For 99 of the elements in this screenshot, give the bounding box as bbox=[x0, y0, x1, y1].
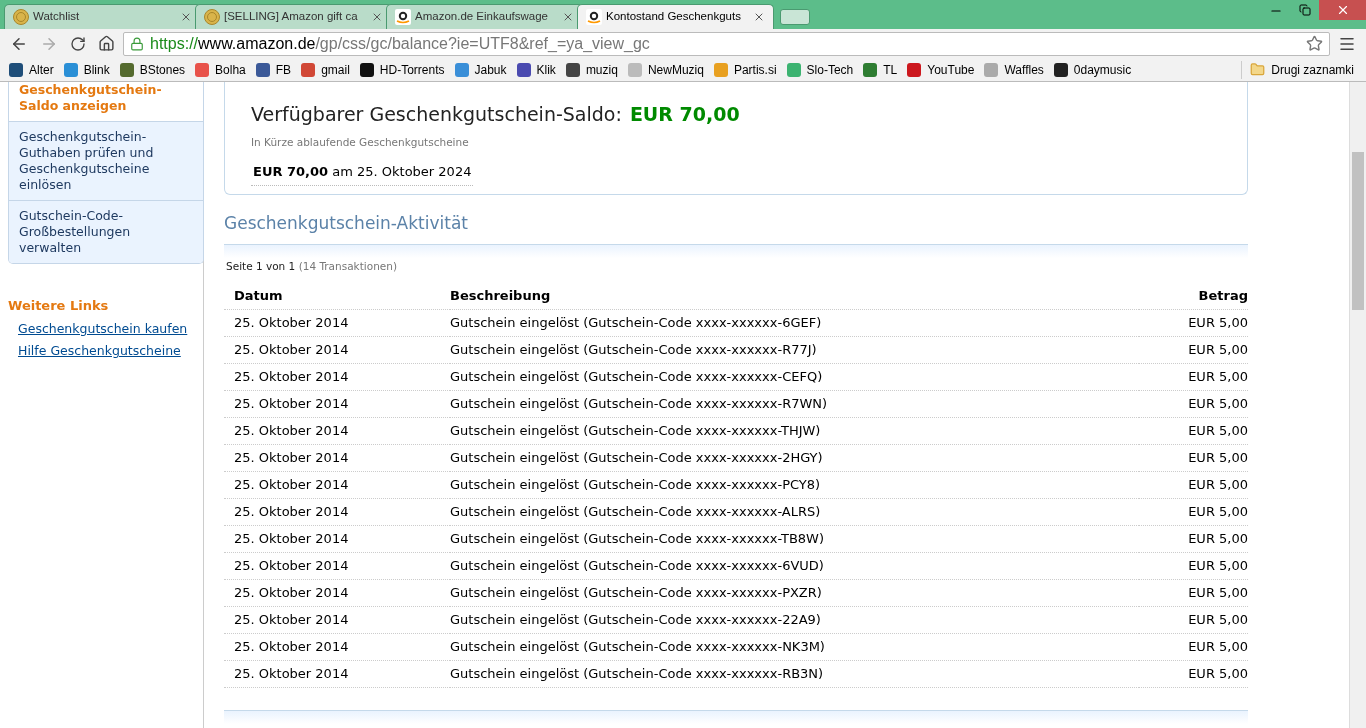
folder-icon bbox=[1250, 62, 1266, 77]
table-cell: Gutschein eingelöst (Gutschein-Code xxxx-xxxxxx-R77J) bbox=[450, 336, 1139, 363]
table-cell: EUR 5,00 bbox=[1138, 363, 1248, 390]
smile-logo-icon bbox=[395, 9, 411, 25]
table-cell: EUR 5,00 bbox=[1138, 309, 1248, 336]
scrollbar-thumb[interactable] bbox=[1352, 152, 1364, 310]
table-cell: EUR 5,00 bbox=[1138, 660, 1248, 687]
column-header: Datum bbox=[224, 283, 450, 309]
table-cell: EUR 5,00 bbox=[1138, 336, 1248, 363]
coin-icon bbox=[204, 9, 220, 25]
bookmark-item[interactable]: FB bbox=[250, 60, 297, 79]
activity-heading: Geschenkgutschein-Aktivität bbox=[224, 211, 469, 235]
bookmark-item[interactable]: 0daymusic bbox=[1048, 60, 1137, 79]
table-cell: 25. Oktober 2014 bbox=[224, 552, 450, 579]
expiring-heading: In Kürze ablaufende Geschenkgutscheine bbox=[251, 134, 470, 150]
close-tab-icon[interactable] bbox=[753, 11, 765, 23]
table-cell: 25. Oktober 2014 bbox=[224, 606, 450, 633]
table-cell: Gutschein eingelöst (Gutschein-Code xxxx-xxxxxx-RB3N) bbox=[450, 660, 1139, 687]
table-cell: EUR 5,00 bbox=[1138, 444, 1248, 471]
table-cell: EUR 5,00 bbox=[1138, 498, 1248, 525]
lock-icon bbox=[130, 36, 144, 51]
table-cell: 25. Oktober 2014 bbox=[224, 444, 450, 471]
coin-icon bbox=[13, 9, 29, 25]
table-cell: EUR 5,00 bbox=[1138, 417, 1248, 444]
transaction-count: (14 Transaktionen) bbox=[298, 260, 398, 273]
bookmark-item[interactable]: Blink bbox=[58, 60, 115, 79]
table-cell: Gutschein eingelöst (Gutschein-Code xxxx-xxxxxx-2HGY) bbox=[450, 444, 1139, 471]
table-cell: Gutschein eingelöst (Gutschein-Code xxxx-xxxxxx-22A9) bbox=[450, 606, 1139, 633]
bookmark-item[interactable]: muziq bbox=[560, 60, 623, 79]
bookmark-item[interactable]: Klik bbox=[511, 60, 561, 79]
table-cell: 25. Oktober 2014 bbox=[224, 525, 450, 552]
table-cell: 25. Oktober 2014 bbox=[224, 579, 450, 606]
url-text: https://www.amazon.de/gp/css/gc/balance?ie=UTF8&ref_=ya_view_gc bbox=[150, 33, 650, 54]
sidebar-link[interactable]: Hilfe Geschenkgutscheine bbox=[18, 342, 203, 361]
bookmark-folder[interactable]: Drugi zaznamki bbox=[1241, 60, 1362, 79]
close-tab-icon[interactable] bbox=[371, 11, 383, 23]
bookmark-item[interactable]: Waffles bbox=[979, 60, 1049, 79]
browser-tab[interactable]: Kontostand Geschenkguts bbox=[577, 4, 774, 29]
table-cell: EUR 5,00 bbox=[1138, 579, 1248, 606]
page-info: Seite 1 von 1 bbox=[226, 260, 296, 273]
table-cell: Gutschein eingelöst (Gutschein-Code xxxx-xxxxxx-CEFQ) bbox=[450, 363, 1139, 390]
tab-title: Watchlist bbox=[33, 9, 81, 25]
table-cell: 25. Oktober 2014 bbox=[224, 498, 450, 525]
bookmark-item[interactable]: BStones bbox=[114, 60, 191, 79]
table-cell: EUR 5,00 bbox=[1138, 552, 1248, 579]
table-cell: 25. Oktober 2014 bbox=[224, 660, 450, 687]
table-cell: EUR 5,00 bbox=[1138, 606, 1248, 633]
smile-logo-icon bbox=[586, 9, 602, 25]
sidebar-item[interactable]: Gutschein-Code-Großbestellungen verwalten bbox=[9, 200, 203, 263]
table-cell: Gutschein eingelöst (Gutschein-Code xxxx-xxxxxx-PXZR) bbox=[450, 579, 1139, 606]
bookmark-item[interactable]: YouTube bbox=[902, 60, 980, 79]
bookmark-item[interactable]: NewMuziq bbox=[622, 60, 709, 79]
bookmark-item[interactable]: Bolha bbox=[190, 60, 251, 79]
table-cell: 25. Oktober 2014 bbox=[224, 417, 450, 444]
table-cell: 25. Oktober 2014 bbox=[224, 309, 450, 336]
table-cell: Gutschein eingelöst (Gutschein-Code xxxx-xxxxxx-TB8W) bbox=[450, 525, 1139, 552]
sidebar-item[interactable]: Geschenkgutschein-Guthaben prüfen und Geschenkgutscheine einlösen bbox=[9, 121, 203, 200]
table-cell: 25. Oktober 2014 bbox=[224, 336, 450, 363]
home-icon[interactable] bbox=[98, 35, 115, 52]
expiring-entry: EUR 70,00 am 25. Oktober 2024 bbox=[251, 162, 474, 186]
reload-icon[interactable] bbox=[70, 35, 86, 52]
tab-title: Kontostand Geschenkguts bbox=[606, 9, 742, 25]
table-cell: Gutschein eingelöst (Gutschein-Code xxxx-xxxxxx-THJW) bbox=[450, 417, 1139, 444]
table-cell: Gutschein eingelöst (Gutschein-Code xxxx-xxxxxx-PCY8) bbox=[450, 471, 1139, 498]
close-tab-icon[interactable] bbox=[562, 11, 574, 23]
column-header: Beschreibung bbox=[450, 283, 1139, 309]
table-cell: Gutschein eingelöst (Gutschein-Code xxxx-xxxxxx-6GEF) bbox=[450, 309, 1139, 336]
table-cell: 25. Oktober 2014 bbox=[224, 633, 450, 660]
table-cell: EUR 5,00 bbox=[1138, 633, 1248, 660]
new-tab-button[interactable] bbox=[780, 9, 810, 25]
table-cell: EUR 5,00 bbox=[1138, 390, 1248, 417]
table-cell: 25. Oktober 2014 bbox=[224, 471, 450, 498]
balance-amount: EUR 70,00 bbox=[629, 102, 740, 127]
address-bar[interactable]: https://www.amazon.de/gp/css/gc/balance?ie=UTF8&ref_=ya_view_gc bbox=[123, 31, 1330, 56]
tab-title: Amazon.de Einkaufswage bbox=[415, 9, 549, 25]
table-cell: 25. Oktober 2014 bbox=[224, 390, 450, 417]
bookmark-item[interactable]: Partis.si bbox=[708, 60, 782, 79]
table-cell: Gutschein eingelöst (Gutschein-Code xxxx-xxxxxx-R7WN) bbox=[450, 390, 1139, 417]
sidebar-link[interactable]: Geschenkgutschein kaufen bbox=[18, 319, 203, 339]
column-header: Betrag bbox=[1138, 283, 1248, 309]
restore-icon[interactable] bbox=[1299, 4, 1311, 16]
bookmark-item[interactable]: gmail bbox=[296, 60, 355, 79]
more-links-heading: Weitere Links bbox=[8, 297, 110, 315]
scrollbar[interactable] bbox=[1349, 82, 1366, 728]
bookmark-item[interactable]: Jabuk bbox=[449, 60, 512, 79]
table-cell: EUR 5,00 bbox=[1138, 525, 1248, 552]
bookmark-item[interactable]: HD-Torrents bbox=[354, 60, 450, 79]
tab-title: [SELLING] Amazon gift ca bbox=[224, 9, 359, 25]
table-cell: Gutschein eingelöst (Gutschein-Code xxxx-xxxxxx-ALRS) bbox=[450, 498, 1139, 525]
bookmark-item[interactable]: TL bbox=[858, 60, 903, 79]
bookmark-star-icon[interactable] bbox=[1306, 35, 1323, 52]
table-cell: 25. Oktober 2014 bbox=[224, 363, 450, 390]
table-cell: Gutschein eingelöst (Gutschein-Code xxxx-xxxxxx-NK3M) bbox=[450, 633, 1139, 660]
table-cell: Gutschein eingelöst (Gutschein-Code xxxx-xxxxxx-6VUD) bbox=[450, 552, 1139, 579]
bookmark-item[interactable]: Slo-Tech bbox=[781, 60, 859, 79]
table-cell: EUR 5,00 bbox=[1138, 471, 1248, 498]
bookmark-item[interactable]: Alter bbox=[4, 60, 59, 79]
balance-label: Verfügbarer Geschenkgutschein-Saldo: bbox=[251, 102, 622, 127]
close-tab-icon[interactable] bbox=[180, 11, 192, 23]
